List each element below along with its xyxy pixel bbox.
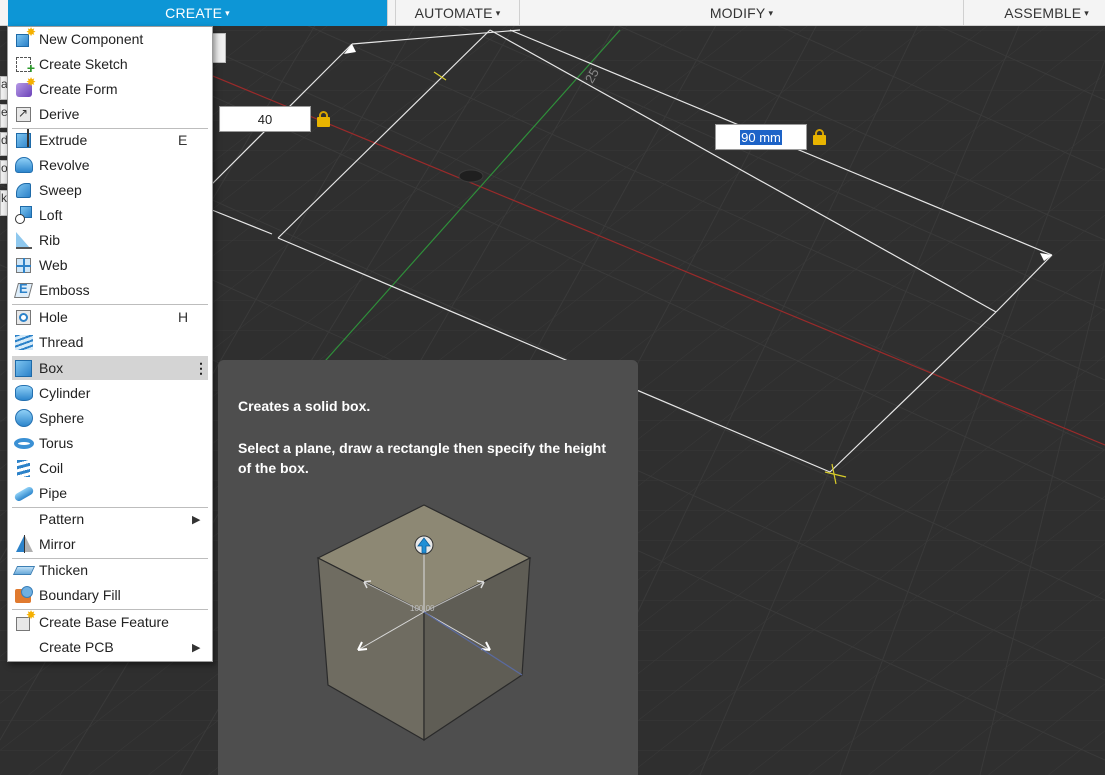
boundary-fill-icon xyxy=(14,585,34,605)
tab-modify[interactable]: MODIFY ▾ xyxy=(520,0,964,26)
menu-item-sphere[interactable]: Sphere xyxy=(12,406,208,430)
extrude-icon xyxy=(14,129,34,150)
chevron-down-icon: ▾ xyxy=(768,7,774,18)
emboss-icon: E xyxy=(13,280,34,300)
pipe-icon xyxy=(13,483,35,503)
create-sketch-icon: + xyxy=(14,54,35,76)
menu-item-extrude[interactable]: Extrude E xyxy=(12,128,208,152)
menu-item-hole[interactable]: Hole H xyxy=(12,305,208,329)
torus-icon xyxy=(14,433,34,453)
create-base-feature-icon: ✸ xyxy=(14,608,36,632)
derive-icon: ↗ xyxy=(14,104,34,124)
illustration-value: 100.00 xyxy=(410,604,435,613)
dimension-input-length[interactable]: 90 mm xyxy=(715,124,807,150)
menu-item-loft[interactable]: Loft xyxy=(12,203,208,227)
loft-icon xyxy=(14,205,34,225)
menu-item-pattern[interactable]: Pattern ▶ xyxy=(12,507,208,531)
menu-item-emboss[interactable]: E Emboss xyxy=(12,278,208,302)
chevron-right-icon: ▶ xyxy=(192,641,201,654)
rib-icon xyxy=(14,230,34,250)
chevron-down-icon: ▾ xyxy=(1084,7,1089,18)
menu-item-mirror[interactable]: Mirror xyxy=(12,532,208,556)
menu-item-derive[interactable]: ↗ Derive xyxy=(12,102,208,126)
menu-item-cylinder[interactable]: Cylinder xyxy=(12,381,208,405)
menu-item-create-base-feature[interactable]: ✸ Create Base Feature xyxy=(12,608,208,634)
toolbar: CREATE ▾ AUTOMATE ▾ MODIFY ▾ ASSEMBLE ▾ xyxy=(0,0,1105,26)
sweep-icon xyxy=(14,180,34,200)
menu-item-sweep[interactable]: Sweep xyxy=(12,178,208,202)
chevron-down-icon: ▾ xyxy=(495,7,501,18)
dimension-input-width[interactable]: 40 xyxy=(219,106,311,132)
tab-create[interactable]: CREATE ▾ xyxy=(8,0,388,26)
create-form-icon: ✸ xyxy=(14,75,36,99)
chevron-down-icon: ▾ xyxy=(225,7,230,18)
create-menu: ✸ New Component + Create Sketch ✸ Create… xyxy=(7,25,213,662)
tab-assemble[interactable]: ASSEMBLE ▾ xyxy=(964,0,1105,26)
dimension-value: 40 xyxy=(257,111,273,127)
menu-item-create-sketch[interactable]: + Create Sketch xyxy=(12,52,208,76)
sphere-icon xyxy=(14,408,34,428)
menu-item-boundary-fill[interactable]: Boundary Fill xyxy=(12,583,208,607)
menu-item-create-pcb[interactable]: Create PCB ▶ xyxy=(12,635,208,659)
menu-item-create-form[interactable]: ✸ Create Form xyxy=(12,75,208,101)
menu-item-torus[interactable]: Torus xyxy=(12,431,208,455)
new-component-icon: ✸ xyxy=(14,25,36,49)
menu-item-new-component[interactable]: ✸ New Component xyxy=(12,25,208,51)
menu-item-rib[interactable]: Rib xyxy=(12,228,208,252)
dimension-value-selected: 90 mm xyxy=(740,129,782,145)
lock-icon[interactable] xyxy=(813,129,826,145)
box-illustration: 100.00 xyxy=(316,504,532,742)
thicken-icon xyxy=(12,560,36,580)
tab-automate[interactable]: AUTOMATE ▾ xyxy=(396,0,520,26)
menu-item-box[interactable]: Box ⋮ xyxy=(12,356,208,380)
coil-icon xyxy=(14,458,34,478)
hole-icon xyxy=(14,307,34,327)
menu-item-pipe[interactable]: Pipe xyxy=(12,481,208,505)
thread-icon xyxy=(14,332,34,352)
menu-item-thicken[interactable]: Thicken xyxy=(12,558,208,582)
tooltip-title: Creates a solid box. xyxy=(238,398,371,414)
menu-item-web[interactable]: Web xyxy=(12,253,208,277)
tooltip-box: Creates a solid box. Select a plane, dra… xyxy=(218,360,638,775)
lock-icon[interactable] xyxy=(317,111,330,127)
menu-item-thread[interactable]: Thread xyxy=(12,330,208,354)
revolve-icon xyxy=(14,155,34,175)
menu-item-coil[interactable]: Coil xyxy=(12,456,208,480)
box-icon xyxy=(14,358,34,378)
more-options-icon[interactable]: ⋮ xyxy=(194,360,208,377)
menu-item-revolve[interactable]: Revolve xyxy=(12,153,208,177)
mirror-icon xyxy=(14,534,34,554)
chevron-right-icon: ▶ xyxy=(192,513,201,526)
cylinder-icon xyxy=(14,383,34,403)
web-icon xyxy=(14,255,34,275)
tooltip-description: Select a plane, draw a rectangle then sp… xyxy=(238,440,606,476)
